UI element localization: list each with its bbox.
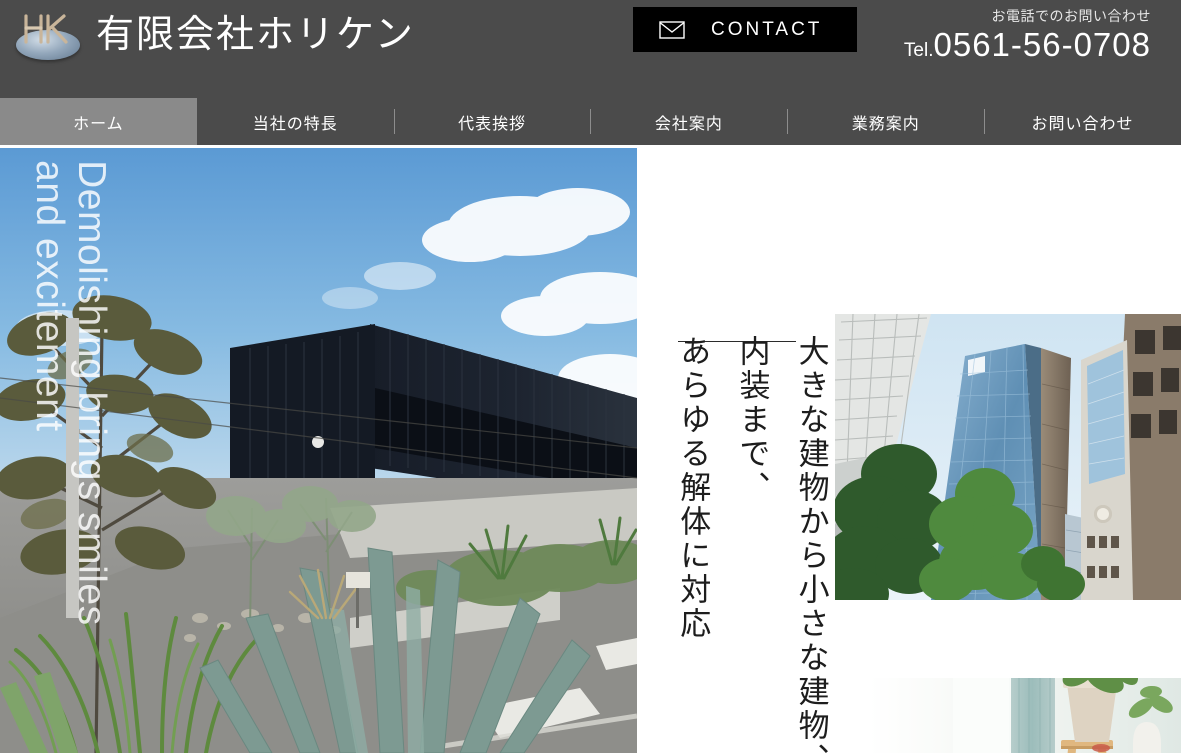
nav-item-services[interactable]: 業務案内	[787, 98, 984, 145]
hk-monogram-disc-icon	[14, 8, 82, 64]
catch-copy-column-1: 大きな建物から小さな建物、	[793, 335, 829, 753]
catch-copy: 大きな建物から小さな建物、 内装まで、 あらゆる解体に対応	[672, 335, 832, 753]
envelope-icon	[659, 20, 685, 39]
main-navigation: ホーム 当社の特長 代表挨拶 会社案内 業務案内 お問い合わせ	[0, 98, 1181, 145]
nav-item-features[interactable]: 当社の特長	[197, 98, 394, 145]
nav-item-home[interactable]: ホーム	[0, 98, 197, 145]
nav-item-label: 会社案内	[654, 115, 723, 133]
tel-caption: お電話でのお問い合わせ	[991, 8, 1151, 24]
telephone-block: お電話でのお問い合わせ Tel. 0561-56-0708	[904, 6, 1151, 62]
hero-illustration	[0, 148, 637, 753]
nav-item-label: 代表挨拶	[458, 115, 527, 133]
nav-item-label: 当社の特長	[252, 115, 338, 133]
site-header: 有限会社ホリケン CONTACT お電話でのお問い合わせ Tel. 0561-5…	[0, 0, 1181, 98]
brand-name: 有限会社ホリケン	[96, 14, 415, 56]
city-buildings-illustration	[835, 314, 1181, 600]
tel-prefix: Tel.	[903, 40, 934, 61]
logo-hk-letters-icon	[24, 14, 68, 44]
catch-copy-column-3: あらゆる解体に対応	[675, 335, 711, 641]
brand-logo[interactable]: 有限会社ホリケン	[14, 8, 415, 64]
tel-number: 0561-56-0708	[933, 26, 1151, 63]
interior-room-image	[869, 678, 1181, 753]
catch-copy-column-2: 内装まで、	[734, 335, 770, 505]
nav-item-greeting[interactable]: 代表挨拶	[393, 98, 591, 145]
hero-image: Demolishing brings smiles and excitement	[0, 148, 637, 753]
nav-item-contact[interactable]: お問い合わせ	[984, 98, 1181, 145]
contact-button-label: CONTACT	[711, 18, 823, 40]
contact-button[interactable]: CONTACT	[633, 7, 857, 52]
interior-room-illustration	[869, 678, 1181, 753]
nav-item-label: ホーム	[73, 115, 124, 133]
nav-item-company[interactable]: 会社案内	[590, 98, 787, 145]
nav-item-label: 業務案内	[851, 115, 920, 133]
main-content: Demolishing brings smiles and excitement…	[0, 145, 1181, 753]
city-buildings-image	[835, 314, 1181, 600]
tel-line[interactable]: Tel. 0561-56-0708	[904, 28, 1151, 62]
nav-item-label: お問い合わせ	[1031, 115, 1134, 133]
